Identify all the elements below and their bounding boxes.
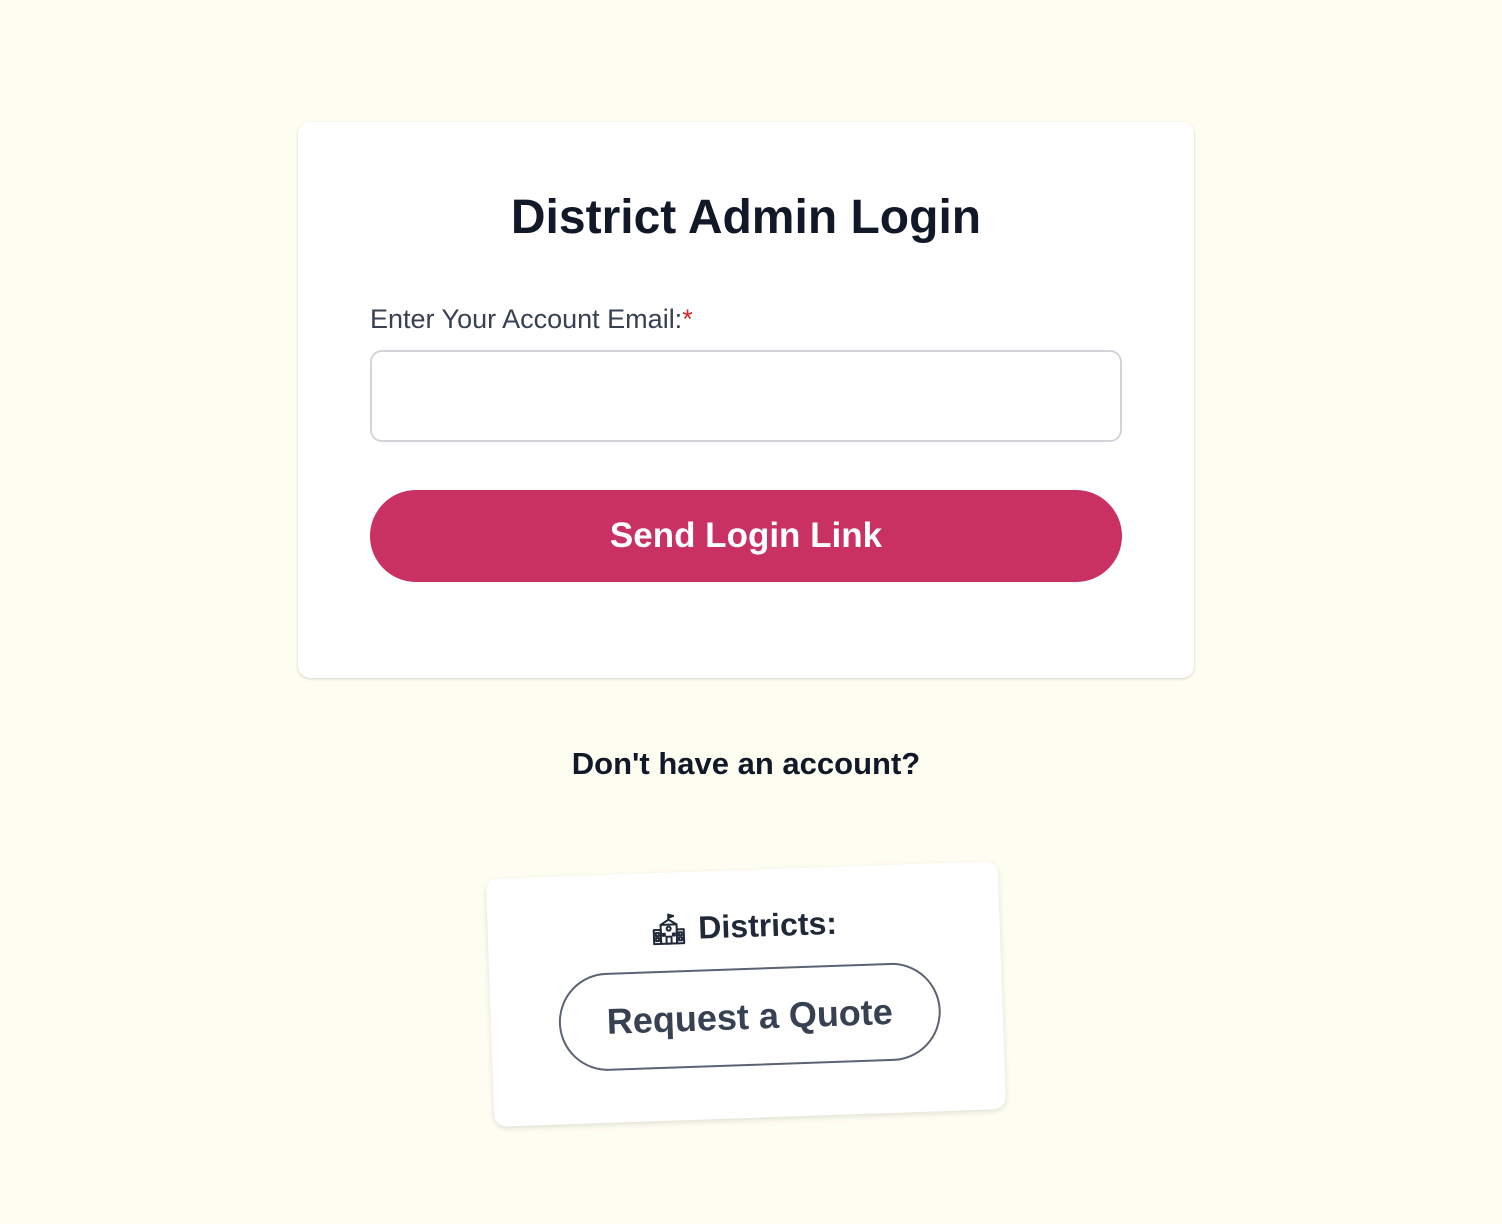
no-account-prompt: Don't have an account? [571,746,921,781]
districts-heading: Districts: [487,899,1000,954]
districts-card: Districts: Request a Quote [485,861,1007,1127]
school-building-icon [650,911,687,948]
email-label: Enter Your Account Email:* [370,302,693,336]
page-title: District Admin Login [510,191,982,244]
page: District Admin Login Enter Your Account … [0,0,1502,1224]
required-mark: * [682,304,693,334]
districts-label: Districts: [697,904,838,946]
request-quote-button[interactable]: Request a Quote [557,961,943,1073]
email-field[interactable] [370,350,1122,442]
login-card: District Admin Login Enter Your Account … [298,122,1194,678]
email-label-text: Enter Your Account Email: [370,304,683,334]
send-login-link-button[interactable]: Send Login Link [370,490,1122,582]
